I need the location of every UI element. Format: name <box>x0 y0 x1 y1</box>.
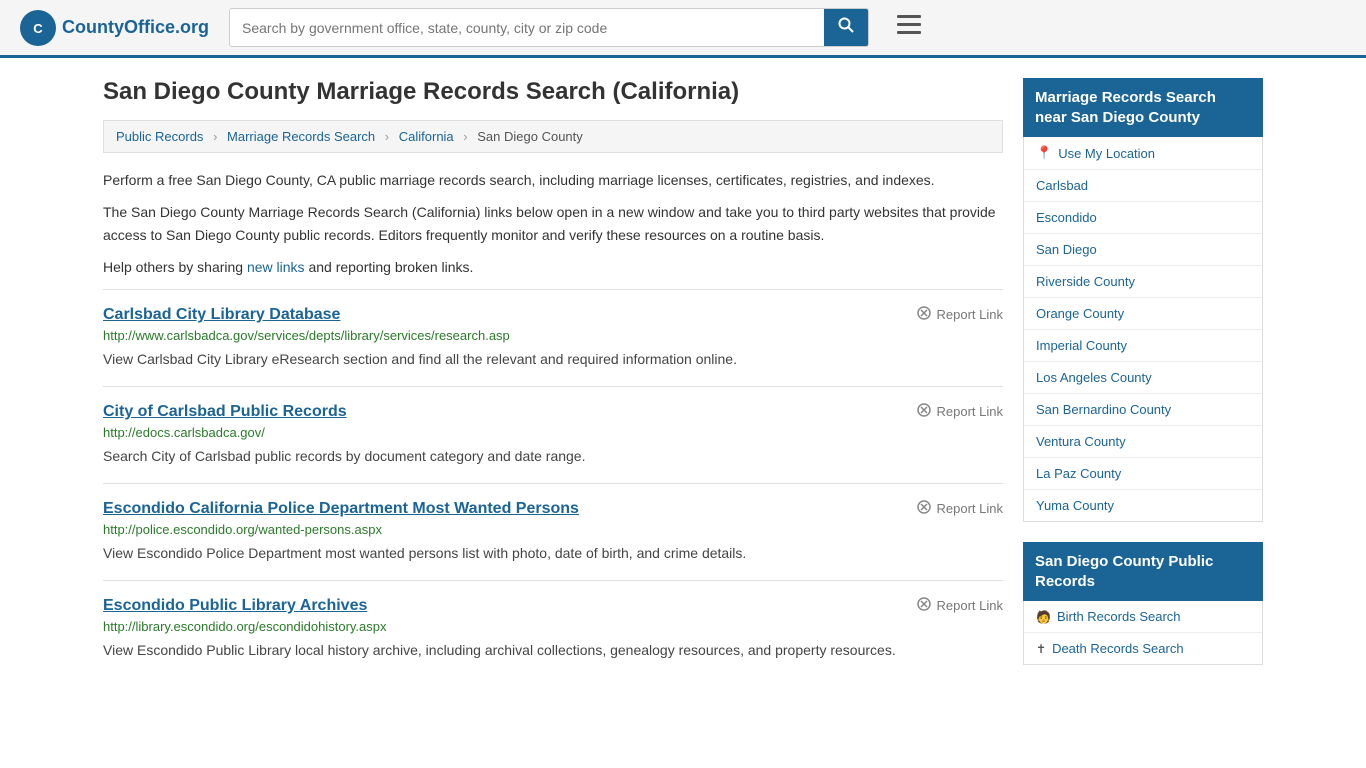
nearby-item-3[interactable]: Riverside County <box>1024 266 1262 298</box>
result-url-2[interactable]: http://police.escondido.org/wanted-perso… <box>103 522 1003 537</box>
report-icon-3 <box>917 597 931 614</box>
result-url-1[interactable]: http://edocs.carlsbadca.gov/ <box>103 425 1003 440</box>
public-records-list: 🧑 Birth Records Search ✝ Death Records S… <box>1023 601 1263 665</box>
description-2: The San Diego County Marriage Records Se… <box>103 201 1003 246</box>
search-bar <box>229 8 869 47</box>
public-records-section: San Diego County Public Records 🧑 Birth … <box>1023 542 1263 665</box>
breadcrumb-public-records[interactable]: Public Records <box>116 129 203 144</box>
nearby-list: 📍 Use My Location Carlsbad Escondido San D… <box>1023 137 1263 522</box>
result-item: City of Carlsbad Public Records Report L… <box>103 386 1003 483</box>
use-location-item[interactable]: 📍 Use My Location <box>1024 137 1262 170</box>
breadcrumb-sep-1: › <box>213 129 217 144</box>
breadcrumb-sep-2: › <box>385 129 389 144</box>
result-header: City of Carlsbad Public Records Report L… <box>103 403 1003 421</box>
search-input[interactable] <box>230 9 824 46</box>
nearby-link-0[interactable]: Carlsbad <box>1036 178 1088 193</box>
nearby-link-9[interactable]: La Paz County <box>1036 466 1121 481</box>
person-icon: 🧑 <box>1036 610 1051 624</box>
logo[interactable]: C CountyOffice.org <box>20 10 209 46</box>
search-button[interactable] <box>824 9 868 46</box>
report-link-0[interactable]: Report Link <box>917 306 1003 323</box>
nearby-link-4[interactable]: Orange County <box>1036 306 1124 321</box>
logo-text: CountyOffice.org <box>62 17 209 38</box>
death-records-item[interactable]: ✝ Death Records Search <box>1024 633 1262 664</box>
nearby-item-4[interactable]: Orange County <box>1024 298 1262 330</box>
main-container: San Diego County Marriage Records Search… <box>83 58 1283 705</box>
nearby-item-9[interactable]: La Paz County <box>1024 458 1262 490</box>
result-title-0[interactable]: Carlsbad City Library Database <box>103 306 340 324</box>
nearby-link-5[interactable]: Imperial County <box>1036 338 1127 353</box>
report-icon-2 <box>917 500 931 517</box>
result-item: Carlsbad City Library Database Report Li… <box>103 289 1003 386</box>
content-area: San Diego County Marriage Records Search… <box>103 78 1003 685</box>
nearby-item-5[interactable]: Imperial County <box>1024 330 1262 362</box>
nearby-item-8[interactable]: Ventura County <box>1024 426 1262 458</box>
description-3: Help others by sharing new links and rep… <box>103 256 1003 278</box>
use-location-link[interactable]: Use My Location <box>1058 146 1155 161</box>
results-container: Carlsbad City Library Database Report Li… <box>103 289 1003 677</box>
report-icon-0 <box>917 306 931 323</box>
description-1: Perform a free San Diego County, CA publ… <box>103 169 1003 191</box>
nearby-item-10[interactable]: Yuma County <box>1024 490 1262 521</box>
result-desc-3: View Escondido Public Library local hist… <box>103 640 1003 661</box>
death-records-link[interactable]: Death Records Search <box>1052 641 1184 656</box>
report-link-3[interactable]: Report Link <box>917 597 1003 614</box>
result-header: Carlsbad City Library Database Report Li… <box>103 306 1003 324</box>
svg-text:C: C <box>33 21 43 36</box>
report-icon-1 <box>917 403 931 420</box>
page-title: San Diego County Marriage Records Search… <box>103 78 1003 106</box>
breadcrumb-san-diego: San Diego County <box>477 129 583 144</box>
nearby-links-container: Carlsbad Escondido San Diego Riverside Coun… <box>1024 170 1262 521</box>
result-desc-0: View Carlsbad City Library eResearch sec… <box>103 349 1003 370</box>
result-header: Escondido California Police Department M… <box>103 500 1003 518</box>
report-link-1[interactable]: Report Link <box>917 403 1003 420</box>
nearby-link-6[interactable]: Los Angeles County <box>1036 370 1152 385</box>
breadcrumb: Public Records › Marriage Records Search… <box>103 120 1003 153</box>
birth-records-item[interactable]: 🧑 Birth Records Search <box>1024 601 1262 633</box>
result-url-0[interactable]: http://www.carlsbadca.gov/services/depts… <box>103 328 1003 343</box>
cross-icon: ✝ <box>1036 642 1046 656</box>
breadcrumb-sep-3: › <box>463 129 467 144</box>
nearby-link-8[interactable]: Ventura County <box>1036 434 1126 449</box>
nearby-link-2[interactable]: San Diego <box>1036 242 1097 257</box>
birth-records-link[interactable]: Birth Records Search <box>1057 609 1181 624</box>
nearby-item-6[interactable]: Los Angeles County <box>1024 362 1262 394</box>
pin-icon: 📍 <box>1036 145 1052 161</box>
breadcrumb-california[interactable]: California <box>399 129 454 144</box>
nearby-section: Marriage Records Search near San Diego C… <box>1023 78 1263 522</box>
new-links-link[interactable]: new links <box>247 259 305 275</box>
hamburger-menu-button[interactable] <box>889 11 929 45</box>
result-item: Escondido Public Library Archives Report… <box>103 580 1003 677</box>
public-records-heading: San Diego County Public Records <box>1023 542 1263 601</box>
logo-icon: C <box>20 10 56 46</box>
result-title-3[interactable]: Escondido Public Library Archives <box>103 597 367 615</box>
nearby-item-7[interactable]: San Bernardino County <box>1024 394 1262 426</box>
result-desc-1: Search City of Carlsbad public records b… <box>103 446 1003 467</box>
header: C CountyOffice.org <box>0 0 1366 58</box>
result-url-3[interactable]: http://library.escondido.org/escondidohi… <box>103 619 1003 634</box>
nearby-item-0[interactable]: Carlsbad <box>1024 170 1262 202</box>
nearby-link-1[interactable]: Escondido <box>1036 210 1097 225</box>
nearby-link-10[interactable]: Yuma County <box>1036 498 1114 513</box>
result-title-2[interactable]: Escondido California Police Department M… <box>103 500 579 518</box>
nearby-item-2[interactable]: San Diego <box>1024 234 1262 266</box>
report-link-2[interactable]: Report Link <box>917 500 1003 517</box>
sidebar: Marriage Records Search near San Diego C… <box>1023 78 1263 685</box>
breadcrumb-marriage-records[interactable]: Marriage Records Search <box>227 129 375 144</box>
result-item: Escondido California Police Department M… <box>103 483 1003 580</box>
nearby-item-1[interactable]: Escondido <box>1024 202 1262 234</box>
nearby-link-3[interactable]: Riverside County <box>1036 274 1135 289</box>
nearby-link-7[interactable]: San Bernardino County <box>1036 402 1171 417</box>
result-desc-2: View Escondido Police Department most wa… <box>103 543 1003 564</box>
result-header: Escondido Public Library Archives Report… <box>103 597 1003 615</box>
result-title-1[interactable]: City of Carlsbad Public Records <box>103 403 347 421</box>
nearby-heading: Marriage Records Search near San Diego C… <box>1023 78 1263 137</box>
